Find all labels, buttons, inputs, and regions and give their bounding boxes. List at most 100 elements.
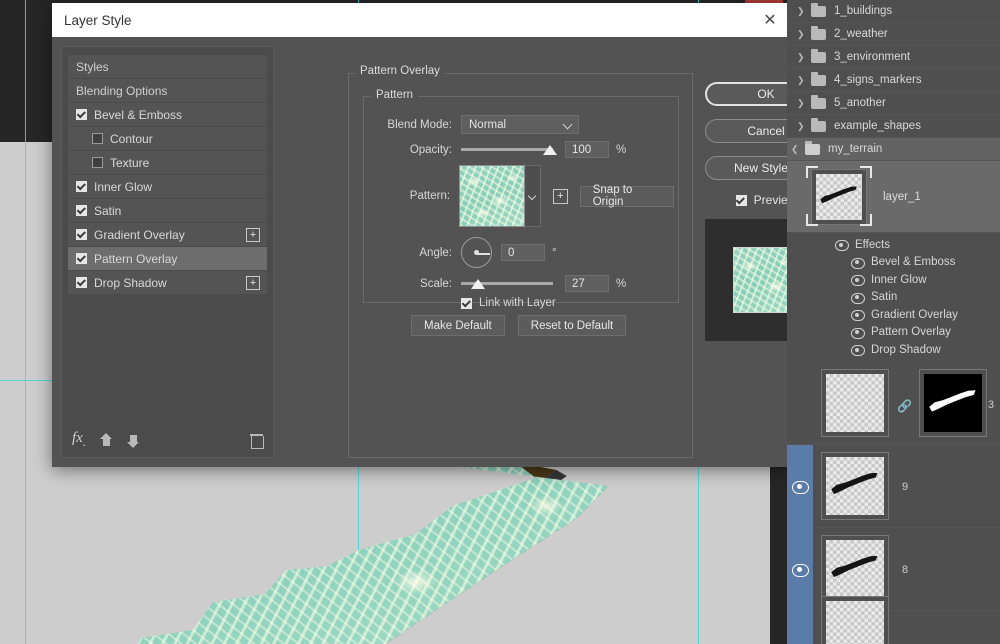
effect-label: Drop Shadow [871,343,941,356]
layer-number: 3 [987,398,994,411]
link-with-layer-row[interactable]: Link with Layer [461,297,556,309]
effect-row-inner-glow[interactable]: Inner Glow [787,271,1000,289]
eye-icon[interactable] [851,310,865,322]
reset-to-default-button[interactable]: Reset to Default [517,315,627,336]
chevron-right-icon[interactable]: ❯ [797,98,806,109]
eye-icon[interactable] [792,563,809,577]
eye-icon[interactable] [851,275,865,287]
layer-group-example_shapes[interactable]: ❯ example_shapes [787,115,1000,138]
visibility-toggle-9[interactable] [787,444,813,528]
layer-thumbnail[interactable] [821,451,889,520]
pattern-picker[interactable] [459,165,542,227]
opacity-slider-handle[interactable] [543,144,557,155]
eye-icon[interactable] [792,480,809,494]
layer-row-partial[interactable] [787,596,1000,644]
angle-dial[interactable] [461,237,492,268]
visibility-toggle-8[interactable] [787,527,813,611]
chevron-right-icon[interactable]: ❯ [797,6,806,17]
layer-thumbnail[interactable] [821,534,889,603]
style-row-bevel-emboss[interactable]: Bevel & Emboss [68,103,267,127]
layer-group-2_weather[interactable]: ❯ 2_weather [787,23,1000,46]
effects-root-row[interactable]: Effects [787,236,1000,254]
checkbox-texture[interactable] [92,157,103,168]
checkbox-link-with-layer[interactable] [461,297,472,309]
scale-slider-handle[interactable] [471,278,485,289]
checkbox-gradient-overlay[interactable] [76,229,87,240]
effect-row-gradient-overlay[interactable]: Gradient Overlay [787,306,1000,324]
layer-group-4_signs_markers[interactable]: ❯ 4_signs_markers [787,69,1000,92]
effect-row-pattern-overlay[interactable]: Pattern Overlay [787,324,1000,342]
layer-group-my_terrain[interactable]: ❮ my_terrain [787,138,1000,161]
style-row-satin[interactable]: Satin [68,199,267,223]
style-row-inner-glow[interactable]: Inner Glow [68,175,267,199]
layer-thumbnail[interactable] [821,596,889,644]
link-icon[interactable]: 🔗 [897,399,912,413]
defaults-buttons: Make Default Reset to Default [411,315,627,336]
style-row-styles[interactable]: Styles [68,55,267,79]
eye-icon[interactable] [835,240,849,252]
folder-icon [811,48,826,63]
effect-row-bevel-emboss[interactable]: Bevel & Emboss [787,254,1000,272]
layer-row-9[interactable]: 9 [787,444,1000,528]
chevron-right-icon[interactable]: ❯ [797,121,806,132]
add-gradient-overlay-icon[interactable]: + [246,228,260,242]
scale-input[interactable]: 27 [565,275,609,292]
layer-row-8[interactable]: 8 [787,527,1000,611]
move-up-icon[interactable] [99,432,113,448]
checkbox-drop-shadow[interactable] [76,277,87,288]
checkbox-contour[interactable] [92,133,103,144]
style-row-contour[interactable]: Contour [68,127,267,151]
make-default-button[interactable]: Make Default [411,315,505,336]
chevron-down-icon[interactable]: ❮ [791,144,800,155]
layer-row-layer_1[interactable]: layer_1 [787,161,1000,233]
style-row-gradient-overlay[interactable]: Gradient Overlay + [68,223,267,247]
layer-group-5_another[interactable]: ❯ 5_another [787,92,1000,115]
layer-row-3[interactable]: 🔗 3 [787,363,1000,445]
angle-value: 0 [508,246,515,259]
add-drop-shadow-icon[interactable]: + [246,276,260,290]
angle-input[interactable]: 0 [501,244,545,261]
snap-to-origin-button[interactable]: Snap to Origin [579,184,674,208]
style-row-blending-options[interactable]: Blending Options [68,79,267,103]
opacity-input[interactable]: 100 [565,141,609,158]
trash-icon[interactable] [250,433,264,449]
eye-icon[interactable] [851,345,865,357]
checkbox-pattern-overlay[interactable] [76,253,87,264]
style-row-pattern-overlay[interactable]: Pattern Overlay [68,247,267,271]
layer-group-1_buildings[interactable]: ❯ 1_buildings [787,0,1000,23]
scale-slider[interactable] [461,278,553,290]
eye-icon[interactable] [851,327,865,339]
visibility-toggle-partial[interactable] [787,610,813,644]
style-row-drop-shadow[interactable]: Drop Shadow + [68,271,267,295]
chevron-right-icon[interactable]: ❯ [797,29,806,40]
snap-to-origin-label: Snap to Origin [592,184,633,208]
eye-icon[interactable] [851,257,865,269]
dialog-titlebar[interactable]: Layer Style ✕ [52,3,792,37]
effect-row-drop-shadow[interactable]: Drop Shadow [787,341,1000,359]
blend-mode-select[interactable]: Normal [461,115,579,134]
checkbox-preview[interactable] [735,194,747,206]
effect-row-satin[interactable]: Satin [787,289,1000,307]
eye-icon[interactable] [851,292,865,304]
blend-mode-label: Blend Mode: [387,118,452,131]
layer-thumbnail[interactable] [821,369,889,437]
pattern-swatch[interactable] [459,165,526,227]
checkbox-satin[interactable] [76,205,87,216]
move-down-icon[interactable] [126,433,140,448]
checkbox-inner-glow[interactable] [76,181,87,192]
blend-mode-row: Blend Mode: Normal [374,115,674,134]
pattern-dropdown-button[interactable] [525,165,542,227]
layer-name: layer_1 [883,190,921,203]
opacity-slider[interactable] [461,144,557,156]
style-row-texture[interactable]: Texture [68,151,267,175]
checkbox-bevel-emboss[interactable] [76,109,87,120]
chevron-right-icon[interactable]: ❯ [797,75,806,86]
dialog-body: Styles Blending Options Bevel & Emboss C… [52,37,827,467]
group-label: 4_signs_markers [834,74,922,86]
chevron-right-icon[interactable]: ❯ [797,52,806,63]
layer-mask-thumbnail[interactable] [919,369,987,437]
close-icon[interactable]: ✕ [748,3,792,37]
new-pattern-icon[interactable]: + [553,188,568,204]
layer-group-3_environment[interactable]: ❯ 3_environment [787,46,1000,69]
fx-icon[interactable]: fx. [72,430,86,450]
